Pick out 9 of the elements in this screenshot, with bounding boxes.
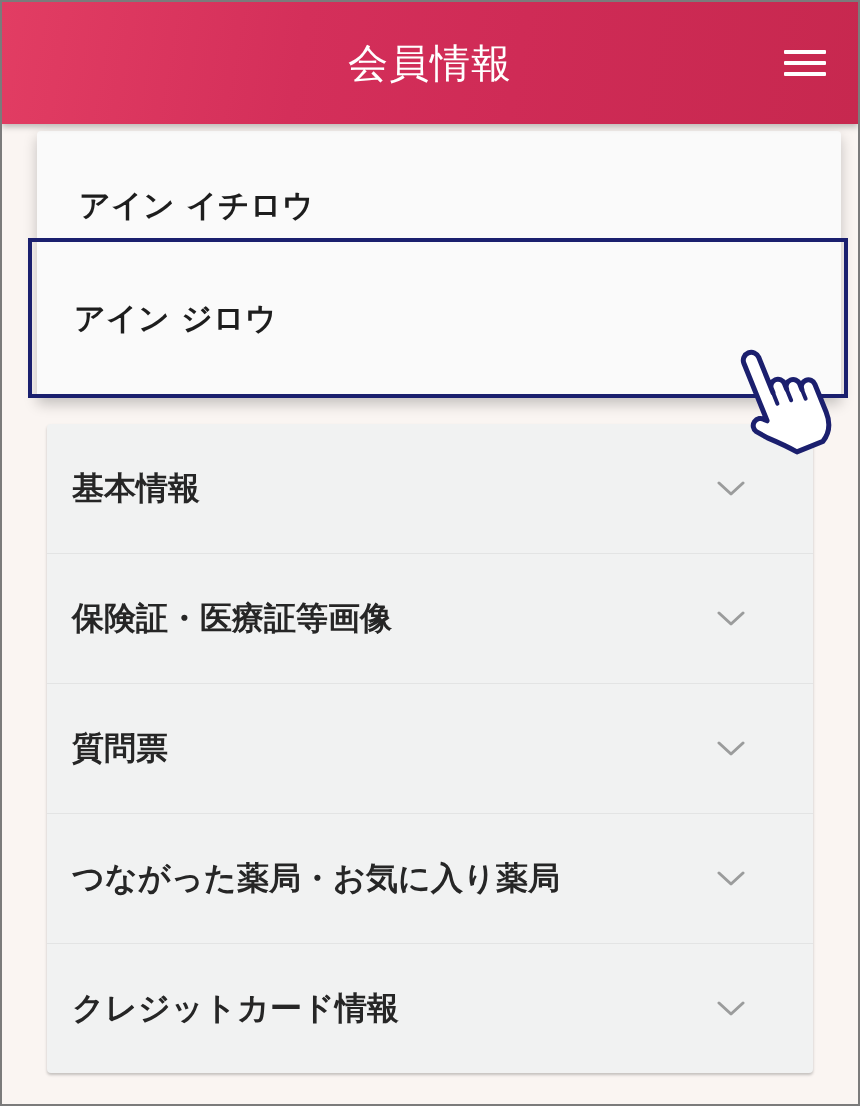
member-option[interactable]: アイン ジロウ xyxy=(28,238,848,398)
accordion-header[interactable]: つながった薬局・お気に入り薬局 xyxy=(47,814,813,944)
member-option[interactable]: アイン イチロウ xyxy=(37,131,841,238)
menu-icon xyxy=(784,50,826,76)
accordion-header[interactable]: 保険証・医療証等画像 xyxy=(47,554,813,684)
menu-button[interactable] xyxy=(784,50,826,76)
page-title: 会員情報 xyxy=(348,38,512,88)
accordion-header[interactable]: 質問票 xyxy=(47,684,813,814)
accordion-header[interactable]: クレジットカード情報 xyxy=(47,944,813,1073)
